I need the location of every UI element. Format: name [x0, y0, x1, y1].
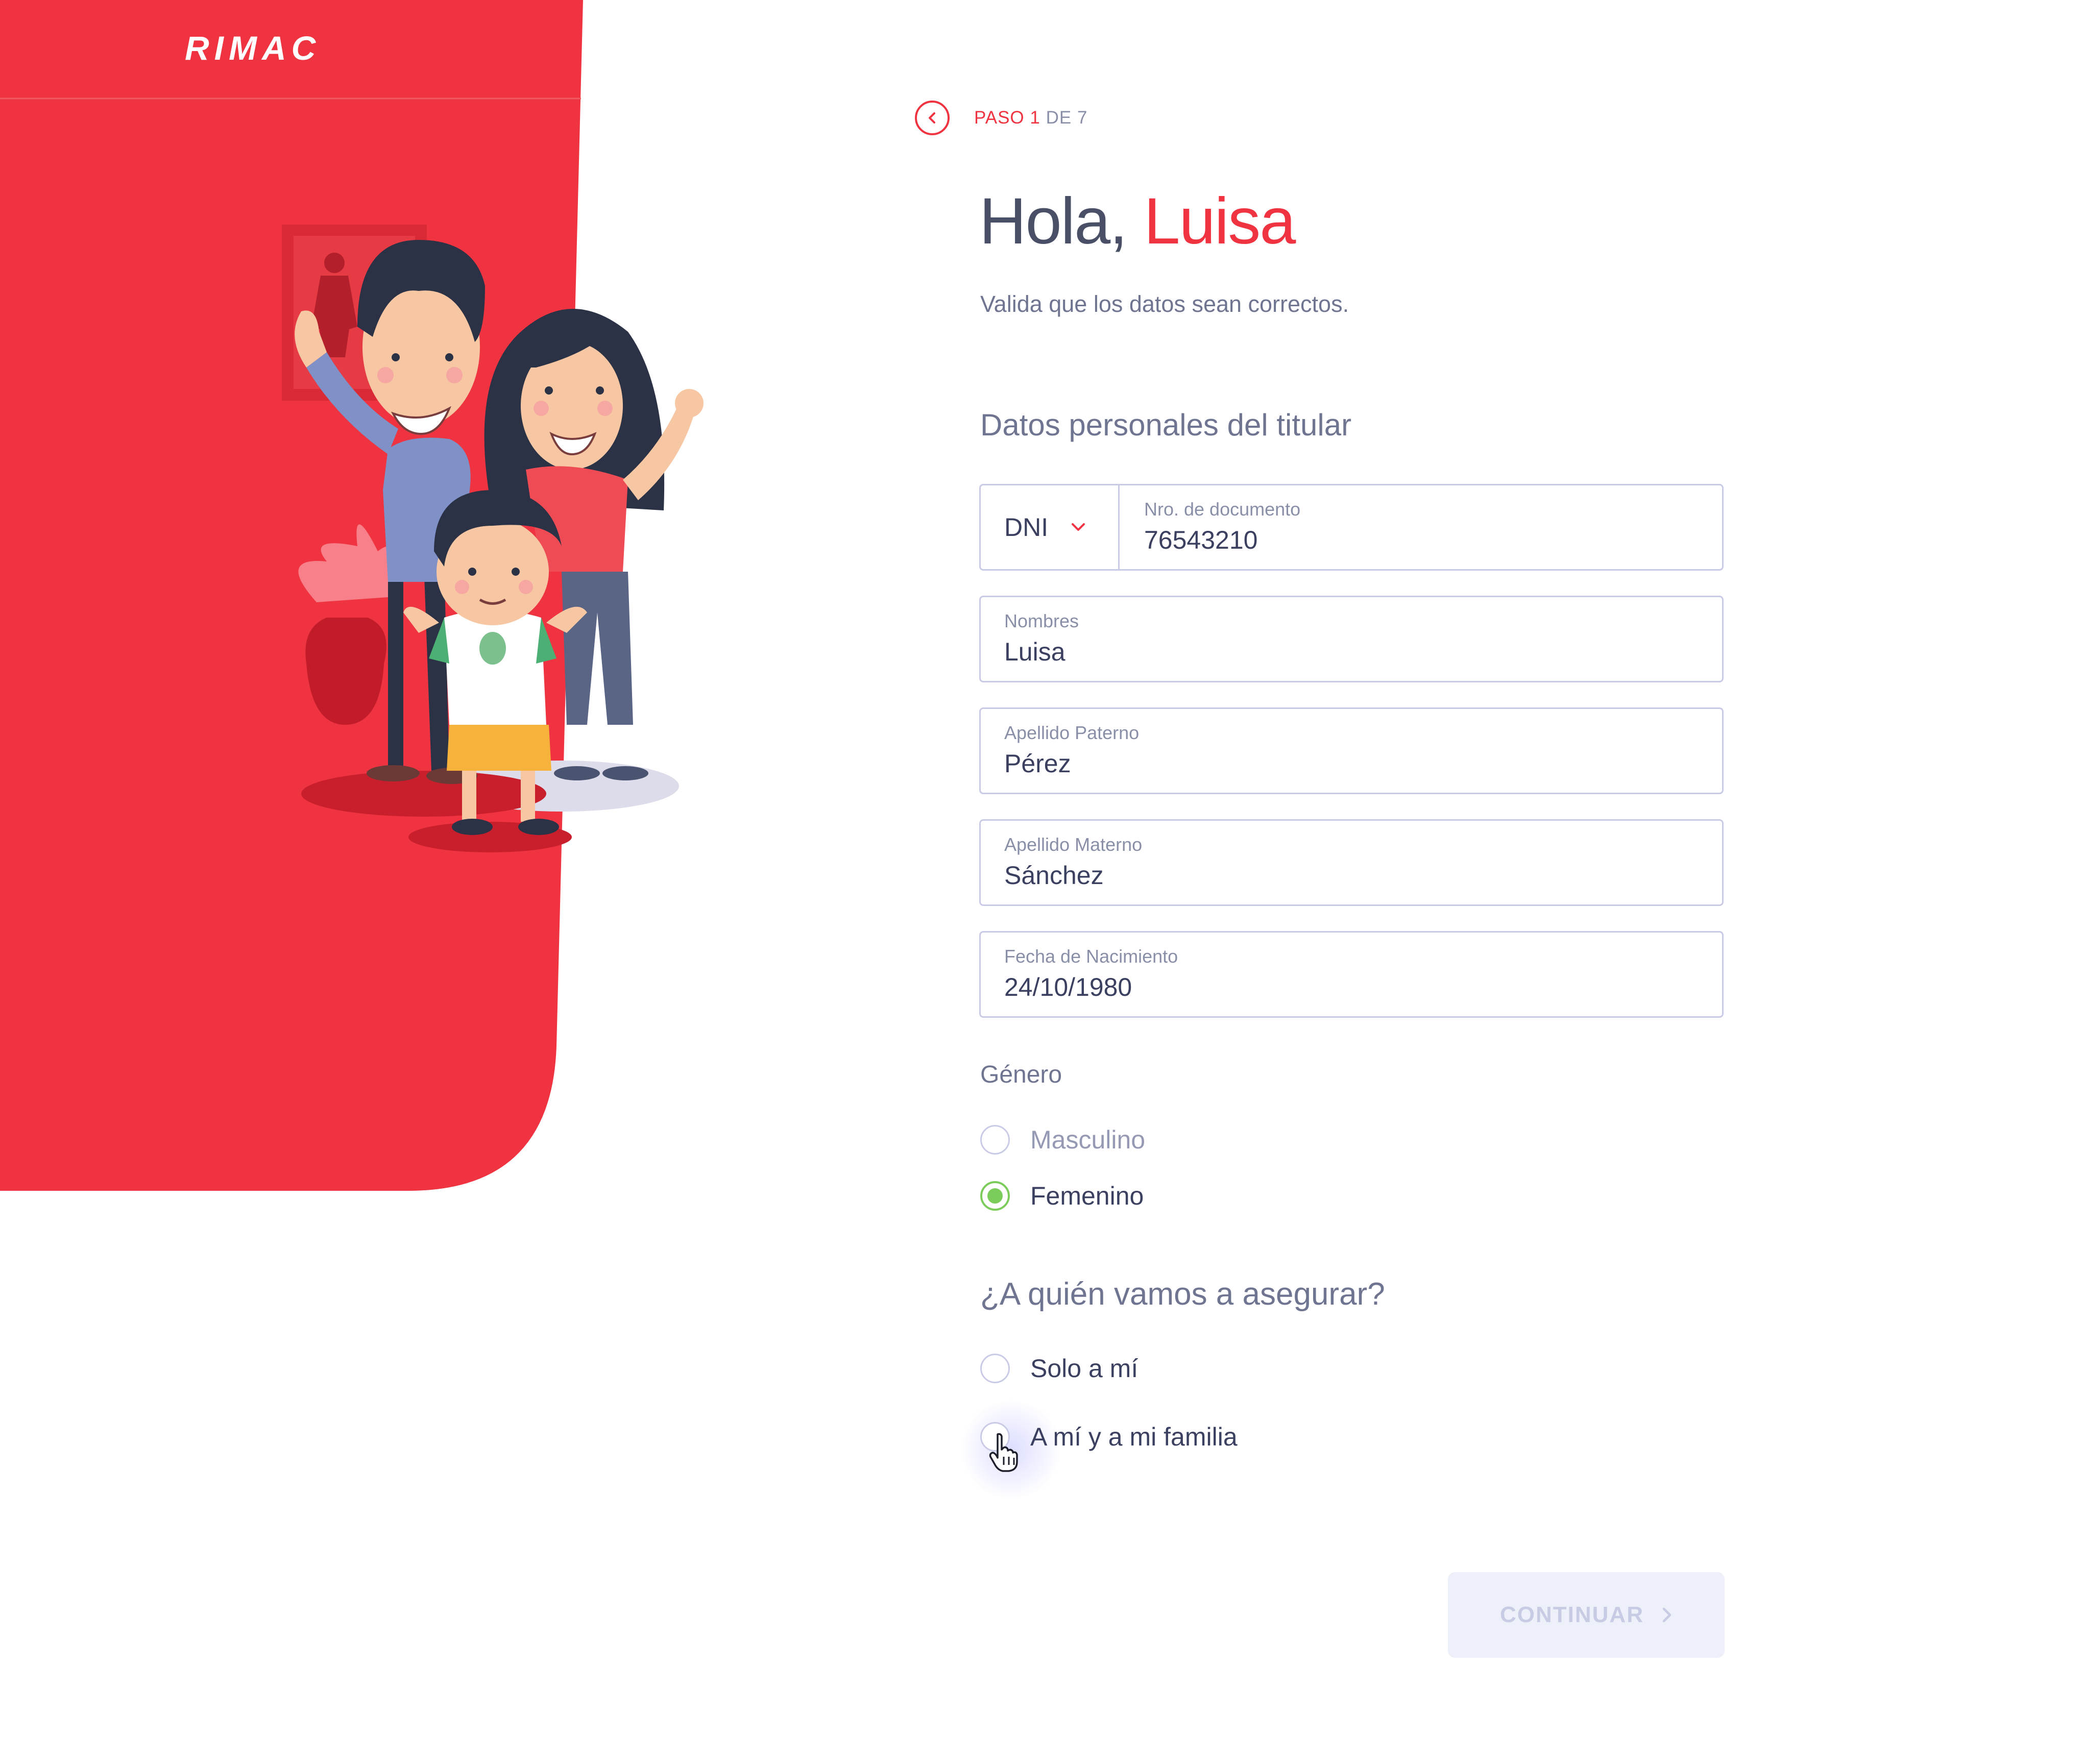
birth-date-label: Fecha de Nacimiento: [1004, 946, 1178, 967]
document-field-group: DNI Nro. de documento 76543210: [979, 484, 1724, 571]
first-name-value: Luisa: [1004, 638, 1065, 666]
paternal-surname-field[interactable]: Apellido Paterno Pérez: [979, 707, 1724, 794]
greeting-name: Luisa: [1144, 185, 1296, 258]
maternal-surname-value: Sánchez: [1004, 861, 1104, 890]
radio-solo-a-mi[interactable]: [980, 1354, 1010, 1383]
document-type-select[interactable]: DNI: [981, 485, 1120, 569]
document-type-value: DNI: [1004, 513, 1049, 542]
step-text: PASO 1 DE 7: [974, 108, 1087, 128]
coverage-option-solo[interactable]: Solo a mí: [980, 1354, 1138, 1383]
maternal-surname-field[interactable]: Apellido Materno Sánchez: [979, 819, 1724, 906]
continue-button-label: CONTINUAR: [1500, 1602, 1644, 1627]
back-button[interactable]: [915, 101, 950, 135]
radio-femenino[interactable]: [980, 1181, 1010, 1211]
paternal-surname-value: Pérez: [1004, 749, 1071, 778]
step-label: PASO: [974, 108, 1025, 128]
gender-option-masculino[interactable]: Masculino: [980, 1125, 1145, 1155]
coverage-option-label: A mí y a mi familia: [1030, 1423, 1238, 1451]
birth-date-field[interactable]: Fecha de Nacimiento 24/10/1980: [979, 931, 1724, 1018]
hand-cursor-icon: [989, 1433, 1018, 1472]
document-number-value: 76543210: [1144, 526, 1258, 554]
gender-label: Género: [980, 1061, 1062, 1088]
document-number-label: Nro. de documento: [1144, 499, 1301, 520]
hero-panel: RIMAC: [0, 0, 715, 1194]
paternal-surname-label: Apellido Paterno: [1004, 722, 1140, 743]
continue-button[interactable]: CONTINUAR: [1448, 1572, 1725, 1658]
page-title: Hola, Luisa: [979, 184, 1296, 259]
section-title: Datos personales del titular: [980, 408, 1352, 442]
family-illustration: [282, 225, 704, 852]
coverage-question: ¿A quién vamos a asegurar?: [980, 1277, 1385, 1312]
gender-option-label: Femenino: [1030, 1182, 1144, 1210]
first-name-field[interactable]: Nombres Luisa: [979, 596, 1724, 682]
greeting-prefix: Hola,: [979, 185, 1144, 258]
radio-masculino[interactable]: [980, 1125, 1010, 1155]
first-name-label: Nombres: [1004, 610, 1079, 631]
step-of: DE: [1046, 108, 1072, 128]
step-current: 1: [1030, 108, 1040, 128]
coverage-option-label: Solo a mí: [1030, 1354, 1139, 1383]
step-total: 7: [1077, 108, 1088, 128]
step-indicator: PASO 1 DE 7: [915, 97, 1087, 139]
maternal-surname-label: Apellido Materno: [1004, 834, 1143, 855]
document-number-field[interactable]: Nro. de documento 76543210: [1120, 485, 1722, 569]
page-subtitle: Valida que los datos sean correctos.: [980, 291, 1349, 317]
gender-option-label: Masculino: [1030, 1125, 1146, 1154]
chevron-right-icon: [1662, 1607, 1672, 1623]
gender-option-femenino[interactable]: Femenino: [980, 1181, 1144, 1211]
chevron-down-icon: [1072, 523, 1085, 531]
chevron-left-icon: [929, 112, 935, 124]
birth-date-value: 24/10/1980: [1004, 973, 1132, 1001]
